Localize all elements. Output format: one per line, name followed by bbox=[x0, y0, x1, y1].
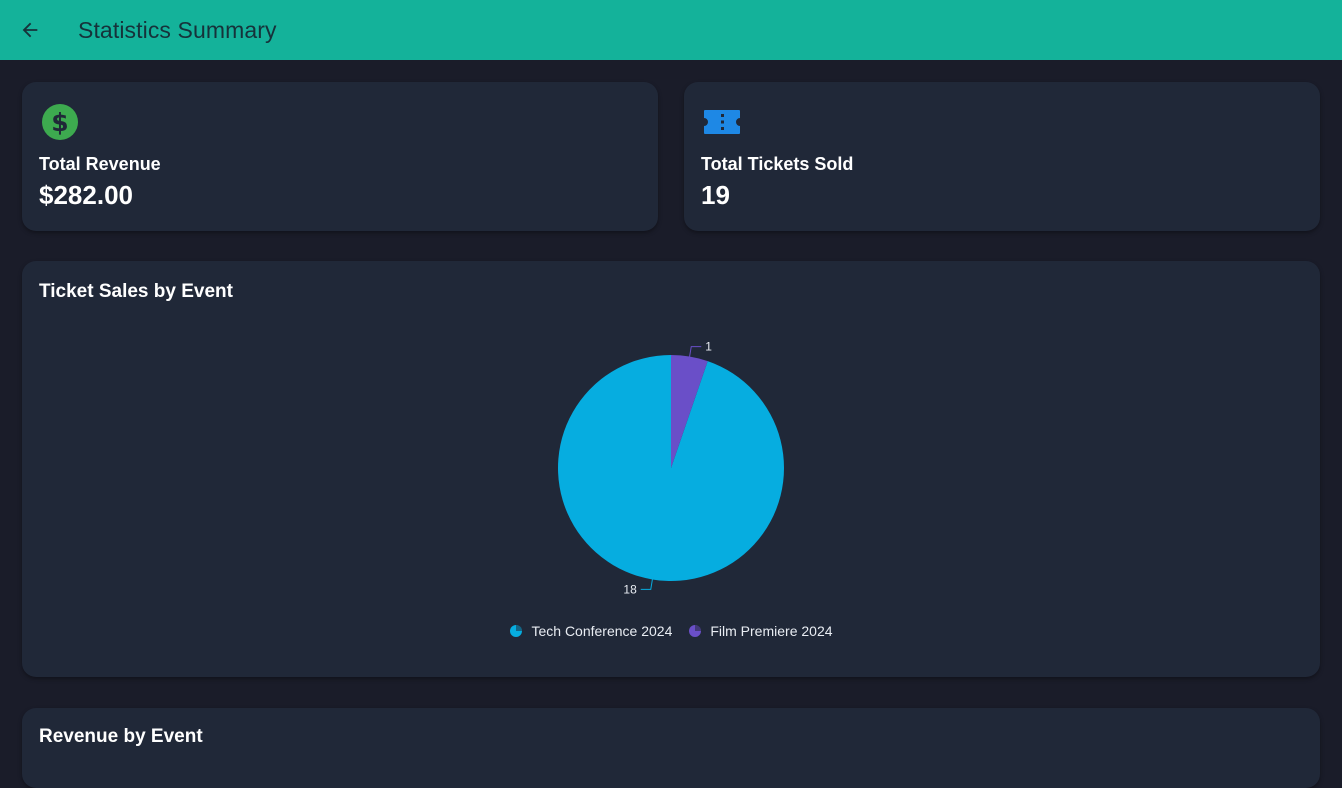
app-bar: Statistics Summary bbox=[0, 0, 1342, 60]
ticket-sales-chart-card: Ticket Sales by Event 18 1 Tech Conferenc… bbox=[22, 261, 1320, 677]
total-revenue-card: $ Total Revenue $282.00 bbox=[22, 82, 658, 231]
revenue-value: $282.00 bbox=[39, 180, 133, 210]
back-button[interactable] bbox=[14, 14, 46, 46]
tickets-value: 19 bbox=[701, 180, 730, 210]
pie-data-label-0: 18 bbox=[623, 582, 637, 596]
revenue-by-event-card: Revenue by Event bbox=[22, 708, 1320, 788]
page-title: Statistics Summary bbox=[78, 17, 277, 43]
tickets-label: Total Tickets Sold bbox=[701, 154, 854, 174]
pie-chart: 18 1 bbox=[558, 340, 784, 596]
chart-legend: Tech Conference 2024 Film Premiere 2024 bbox=[22, 623, 1320, 639]
legend-item-1[interactable]: Film Premiere 2024 bbox=[688, 623, 833, 639]
arrow-back-icon bbox=[22, 22, 38, 38]
revenue-chart-title: Revenue by Event bbox=[39, 726, 203, 747]
revenue-label: Total Revenue bbox=[39, 154, 161, 174]
dollar-circle-icon: $ bbox=[42, 104, 78, 140]
legend-label: Tech Conference 2024 bbox=[531, 623, 673, 639]
legend-item-0[interactable]: Tech Conference 2024 bbox=[509, 623, 672, 639]
pie-data-label-1: 1 bbox=[705, 340, 712, 354]
total-tickets-card: Total Tickets Sold 19 bbox=[684, 82, 1320, 231]
svg-text:$: $ bbox=[51, 108, 68, 137]
legend-label: Film Premiere 2024 bbox=[710, 623, 833, 639]
ticket-icon bbox=[704, 110, 740, 134]
pie-legend-icon bbox=[689, 625, 702, 637]
pie-legend-icon bbox=[510, 625, 523, 637]
pie-leader-line-1 bbox=[689, 346, 702, 357]
pie-leader-line-0 bbox=[640, 579, 653, 590]
